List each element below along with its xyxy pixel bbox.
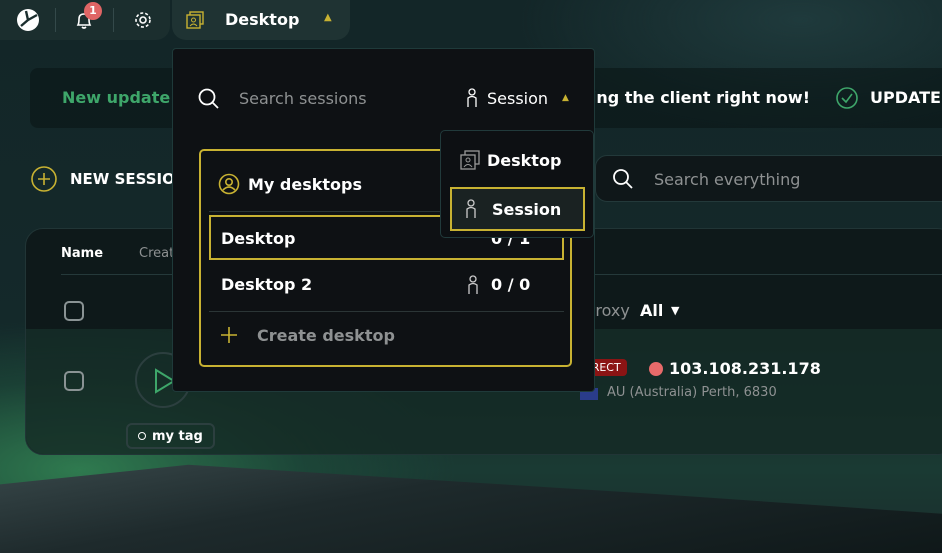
mode-option-desktop[interactable]: Desktop (459, 149, 561, 171)
desktop-name: Desktop 2 (221, 275, 313, 294)
desktop-tab[interactable]: Desktop ▲ (172, 0, 350, 40)
desktop-session-count: 0 / 0 (491, 275, 531, 294)
plus-icon (221, 327, 237, 343)
create-desktop-button[interactable]: Create desktop (219, 325, 395, 345)
divider (209, 311, 564, 312)
caret-up-icon: ▲ (562, 93, 569, 103)
search-sessions-input[interactable]: Search sessions (239, 89, 367, 108)
background-landscape (0, 464, 942, 553)
notification-badge: 1 (84, 2, 102, 20)
mode-options-menu: Desktop Session (440, 130, 594, 238)
check-circle-icon (836, 87, 858, 109)
create-desktop-label: Create desktop (257, 325, 395, 345)
option-label: Desktop (487, 150, 562, 170)
proxy-location: AU (Australia) Perth, 6830 (607, 385, 777, 400)
status-dot (649, 362, 663, 376)
proxy-filter-select[interactable]: All (640, 301, 663, 320)
gear-icon[interactable] (132, 9, 154, 35)
row-checkbox[interactable] (64, 371, 84, 391)
mode-label: Session (487, 88, 549, 108)
mode-option-session[interactable]: Session (450, 187, 585, 231)
mode-select[interactable]: Session ▲ (465, 87, 569, 109)
tag-chip[interactable]: my tag (126, 423, 215, 449)
search-placeholder: Search everything (654, 170, 801, 189)
search-icon (198, 88, 219, 109)
app-logo-icon[interactable] (17, 9, 39, 31)
update-button[interactable]: UPDATE (870, 88, 941, 107)
desktop-item-desktop-2[interactable]: Desktop 2 0 / 0 (209, 263, 564, 308)
plus-circle-icon (31, 166, 57, 192)
select-all-checkbox[interactable] (64, 301, 84, 321)
desktop-icon (186, 11, 204, 29)
search-everything-input[interactable]: Search everything (595, 155, 942, 202)
desktop-icon (460, 150, 480, 170)
group-label: My desktops (248, 175, 363, 194)
user-circle-icon (218, 173, 240, 195)
tag-label: my tag (152, 428, 203, 444)
new-session-label: NEW SESSION (70, 170, 188, 188)
desktop-name: Desktop (221, 229, 296, 248)
person-icon (468, 275, 478, 294)
tab-label: Desktop (225, 10, 300, 29)
person-icon (467, 88, 477, 107)
divider (55, 8, 56, 32)
person-icon (466, 199, 476, 218)
column-header-name[interactable]: Name (61, 246, 103, 261)
proxy-ip: 103.108.231.178 (669, 359, 821, 378)
option-label: Session (492, 199, 562, 219)
divider (113, 8, 114, 32)
tag-dot-icon (138, 432, 146, 440)
caret-down-icon[interactable]: ▼ (671, 304, 679, 317)
new-session-button[interactable]: NEW SESSION (30, 165, 187, 193)
search-icon (613, 169, 633, 189)
caret-up-icon: ▲ (324, 12, 332, 23)
